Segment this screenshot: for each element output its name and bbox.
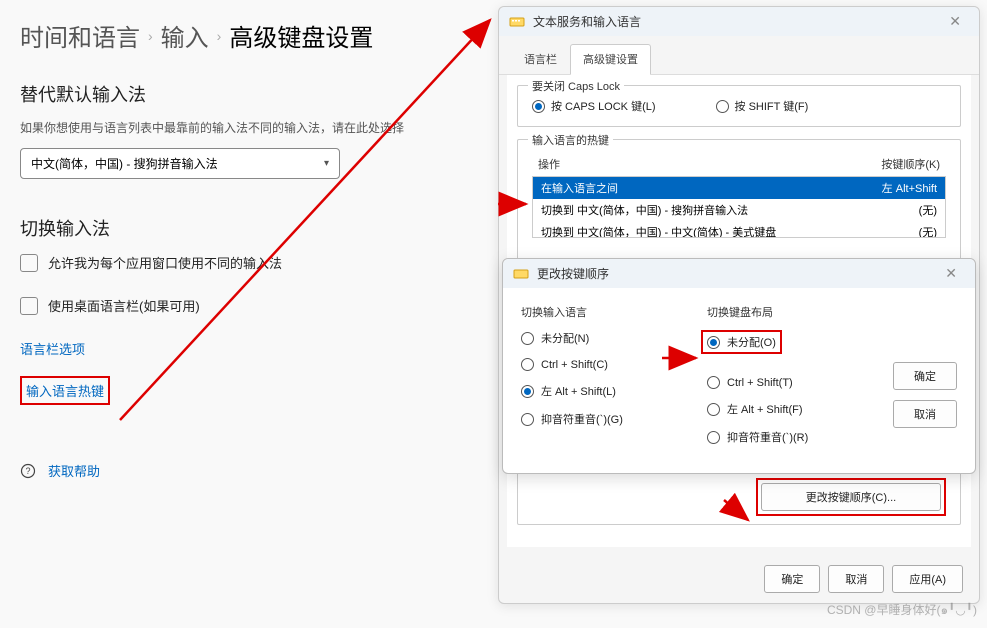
- hotkey-list[interactable]: 在输入语言之间 左 Alt+Shift 切换到 中文(简体，中国) - 搜狗拼音…: [532, 176, 946, 238]
- col-label: 切换输入语言: [521, 304, 689, 320]
- switch-keyboard-layout-col: 切换键盘布局 未分配(O) Ctrl + Shift(T) 左 Alt + Sh…: [707, 304, 875, 457]
- chevron-right-icon: ›: [217, 28, 222, 44]
- radio-icon: [707, 403, 720, 416]
- radio-capslock[interactable]: 按 CAPS LOCK 键(L): [532, 98, 656, 114]
- radio-icon: [707, 376, 720, 389]
- radio-label: 按 SHIFT 键(F): [735, 98, 809, 114]
- input-hotkey-link-wrap: 输入语言热键: [20, 376, 480, 405]
- close-icon[interactable]: ✕: [941, 13, 969, 30]
- close-icon[interactable]: ✕: [937, 265, 965, 282]
- tabs: 语言栏 高级键设置: [499, 36, 979, 75]
- keyboard-icon: [513, 266, 529, 282]
- checkbox-label: 允许我为每个应用窗口使用不同的输入法: [48, 253, 282, 272]
- chevron-down-icon: ▾: [324, 158, 329, 169]
- radio-label: 左 Alt + Shift(L): [541, 383, 616, 399]
- hotkey-key: 左 Alt+Shift: [882, 180, 937, 196]
- radio-left-alt-shift[interactable]: 左 Alt + Shift(F): [707, 401, 875, 417]
- group-label: 输入语言的热键: [528, 132, 613, 148]
- radio-label: Ctrl + Shift(C): [541, 359, 608, 371]
- radio-unassigned[interactable]: 未分配(O): [701, 330, 782, 354]
- svg-text:?: ?: [25, 466, 30, 476]
- radio-label: 左 Alt + Shift(F): [727, 401, 803, 417]
- dialog-body: 切换输入语言 未分配(N) Ctrl + Shift(C) 左 Alt + Sh…: [503, 288, 975, 473]
- breadcrumb-item[interactable]: 输入: [161, 18, 209, 53]
- radio-ctrl-shift[interactable]: Ctrl + Shift(T): [707, 376, 875, 389]
- language-bar-options-link[interactable]: 语言栏选项: [20, 339, 480, 358]
- radio-icon: [521, 358, 534, 371]
- checkbox-desktop-langbar[interactable]: 使用桌面语言栏(如果可用): [20, 296, 480, 315]
- breadcrumb-current: 高级键盘设置: [229, 18, 373, 53]
- section-desc: 如果你想使用与语言列表中最靠前的输入法不同的输入法，请在此处选择: [20, 119, 480, 136]
- radio-icon: [707, 431, 720, 444]
- hotkey-key: (无): [919, 202, 937, 218]
- radio-ctrl-shift[interactable]: Ctrl + Shift(C): [521, 358, 689, 371]
- radio-label: 按 CAPS LOCK 键(L): [551, 98, 656, 114]
- tab-language-bar[interactable]: 语言栏: [511, 44, 570, 74]
- col-header-action: 操作: [538, 156, 560, 172]
- hotkey-action: 切换到 中文(简体，中国) - 中文(简体) - 美式键盘: [541, 224, 776, 238]
- ok-button[interactable]: 确定: [893, 362, 957, 390]
- radio-label: 未分配(N): [541, 330, 589, 346]
- hotkey-row[interactable]: 在输入语言之间 左 Alt+Shift: [533, 177, 945, 199]
- checkbox-icon: [20, 297, 38, 315]
- radio-icon: [707, 336, 720, 349]
- radio-icon: [521, 332, 534, 345]
- radio-label: Ctrl + Shift(T): [727, 377, 793, 389]
- dialog-title: 文本服务和输入语言: [533, 13, 941, 30]
- chevron-right-icon: ›: [148, 28, 153, 44]
- radio-unassigned[interactable]: 未分配(N): [521, 330, 689, 346]
- radio-left-alt-shift[interactable]: 左 Alt + Shift(L): [521, 383, 689, 399]
- default-ime-dropdown[interactable]: 中文(简体，中国) - 搜狗拼音输入法 ▾: [20, 148, 340, 179]
- highlight-box: 更改按键顺序(C)...: [756, 478, 946, 516]
- dialog-title: 更改按键顺序: [537, 265, 937, 282]
- hotkey-action: 切换到 中文(简体，中国) - 搜狗拼音输入法: [541, 202, 748, 218]
- help-link[interactable]: ? 获取帮助: [20, 461, 480, 480]
- breadcrumb: 时间和语言 › 输入 › 高级键盘设置: [20, 18, 480, 53]
- checkbox-label: 使用桌面语言栏(如果可用): [48, 296, 200, 315]
- col-header-keyseq: 按键顺序(K): [881, 156, 940, 172]
- help-label: 获取帮助: [48, 461, 100, 480]
- checkbox-per-app[interactable]: 允许我为每个应用窗口使用不同的输入法: [20, 253, 480, 272]
- tab-advanced-keys[interactable]: 高级键设置: [570, 44, 651, 75]
- titlebar: 文本服务和输入语言 ✕: [499, 7, 979, 36]
- radio-label: 抑音符重音(`)(R): [727, 429, 808, 445]
- dialog-buttons: 确定 取消: [893, 304, 957, 457]
- radio-label: 抑音符重音(`)(G): [541, 411, 623, 427]
- apply-button[interactable]: 应用(A): [892, 565, 963, 593]
- section-title: 切换输入法: [20, 215, 480, 241]
- radio-label: 未分配(O): [727, 334, 776, 350]
- group-label: 要关闭 Caps Lock: [528, 78, 624, 94]
- checkbox-icon: [20, 254, 38, 272]
- watermark: CSDN @早睡身体好(๑╹◡╹): [827, 601, 977, 620]
- change-key-sequence-button[interactable]: 更改按键顺序(C)...: [761, 483, 941, 511]
- ok-button[interactable]: 确定: [764, 565, 820, 593]
- breadcrumb-item[interactable]: 时间和语言: [20, 18, 140, 53]
- radio-icon: [521, 385, 534, 398]
- hotkey-action: 在输入语言之间: [541, 180, 618, 196]
- titlebar: 更改按键顺序 ✕: [503, 259, 975, 288]
- input-hotkey-link[interactable]: 输入语言热键: [20, 376, 110, 405]
- dropdown-value: 中文(简体，中国) - 搜狗拼音输入法: [31, 155, 218, 172]
- help-icon: ?: [20, 463, 36, 479]
- section-title: 替代默认输入法: [20, 81, 480, 107]
- capslock-group: 要关闭 Caps Lock 按 CAPS LOCK 键(L) 按 SHIFT 键…: [517, 85, 961, 127]
- hotkey-key: (无): [919, 224, 937, 238]
- cancel-button[interactable]: 取消: [893, 400, 957, 428]
- change-key-sequence-dialog: 更改按键顺序 ✕ 切换输入语言 未分配(N) Ctrl + Shift(C) 左…: [502, 258, 976, 474]
- cancel-button[interactable]: 取消: [828, 565, 884, 593]
- switch-input-language-col: 切换输入语言 未分配(N) Ctrl + Shift(C) 左 Alt + Sh…: [521, 304, 689, 457]
- keyboard-icon: [509, 14, 525, 30]
- hotkey-row[interactable]: 切换到 中文(简体，中国) - 搜狗拼音输入法 (无): [533, 199, 945, 221]
- radio-grave-accent[interactable]: 抑音符重音(`)(R): [707, 429, 875, 445]
- radio-icon: [716, 100, 729, 113]
- radio-shift[interactable]: 按 SHIFT 键(F): [716, 98, 809, 114]
- radio-grave-accent[interactable]: 抑音符重音(`)(G): [521, 411, 689, 427]
- radio-icon: [532, 100, 545, 113]
- radio-icon: [521, 413, 534, 426]
- settings-page: 时间和语言 › 输入 › 高级键盘设置 替代默认输入法 如果你想使用与语言列表中…: [0, 0, 500, 498]
- hotkey-row[interactable]: 切换到 中文(简体，中国) - 中文(简体) - 美式键盘 (无): [533, 221, 945, 238]
- col-label: 切换键盘布局: [707, 304, 875, 320]
- dialog-footer: 确定 取消 应用(A): [499, 555, 979, 603]
